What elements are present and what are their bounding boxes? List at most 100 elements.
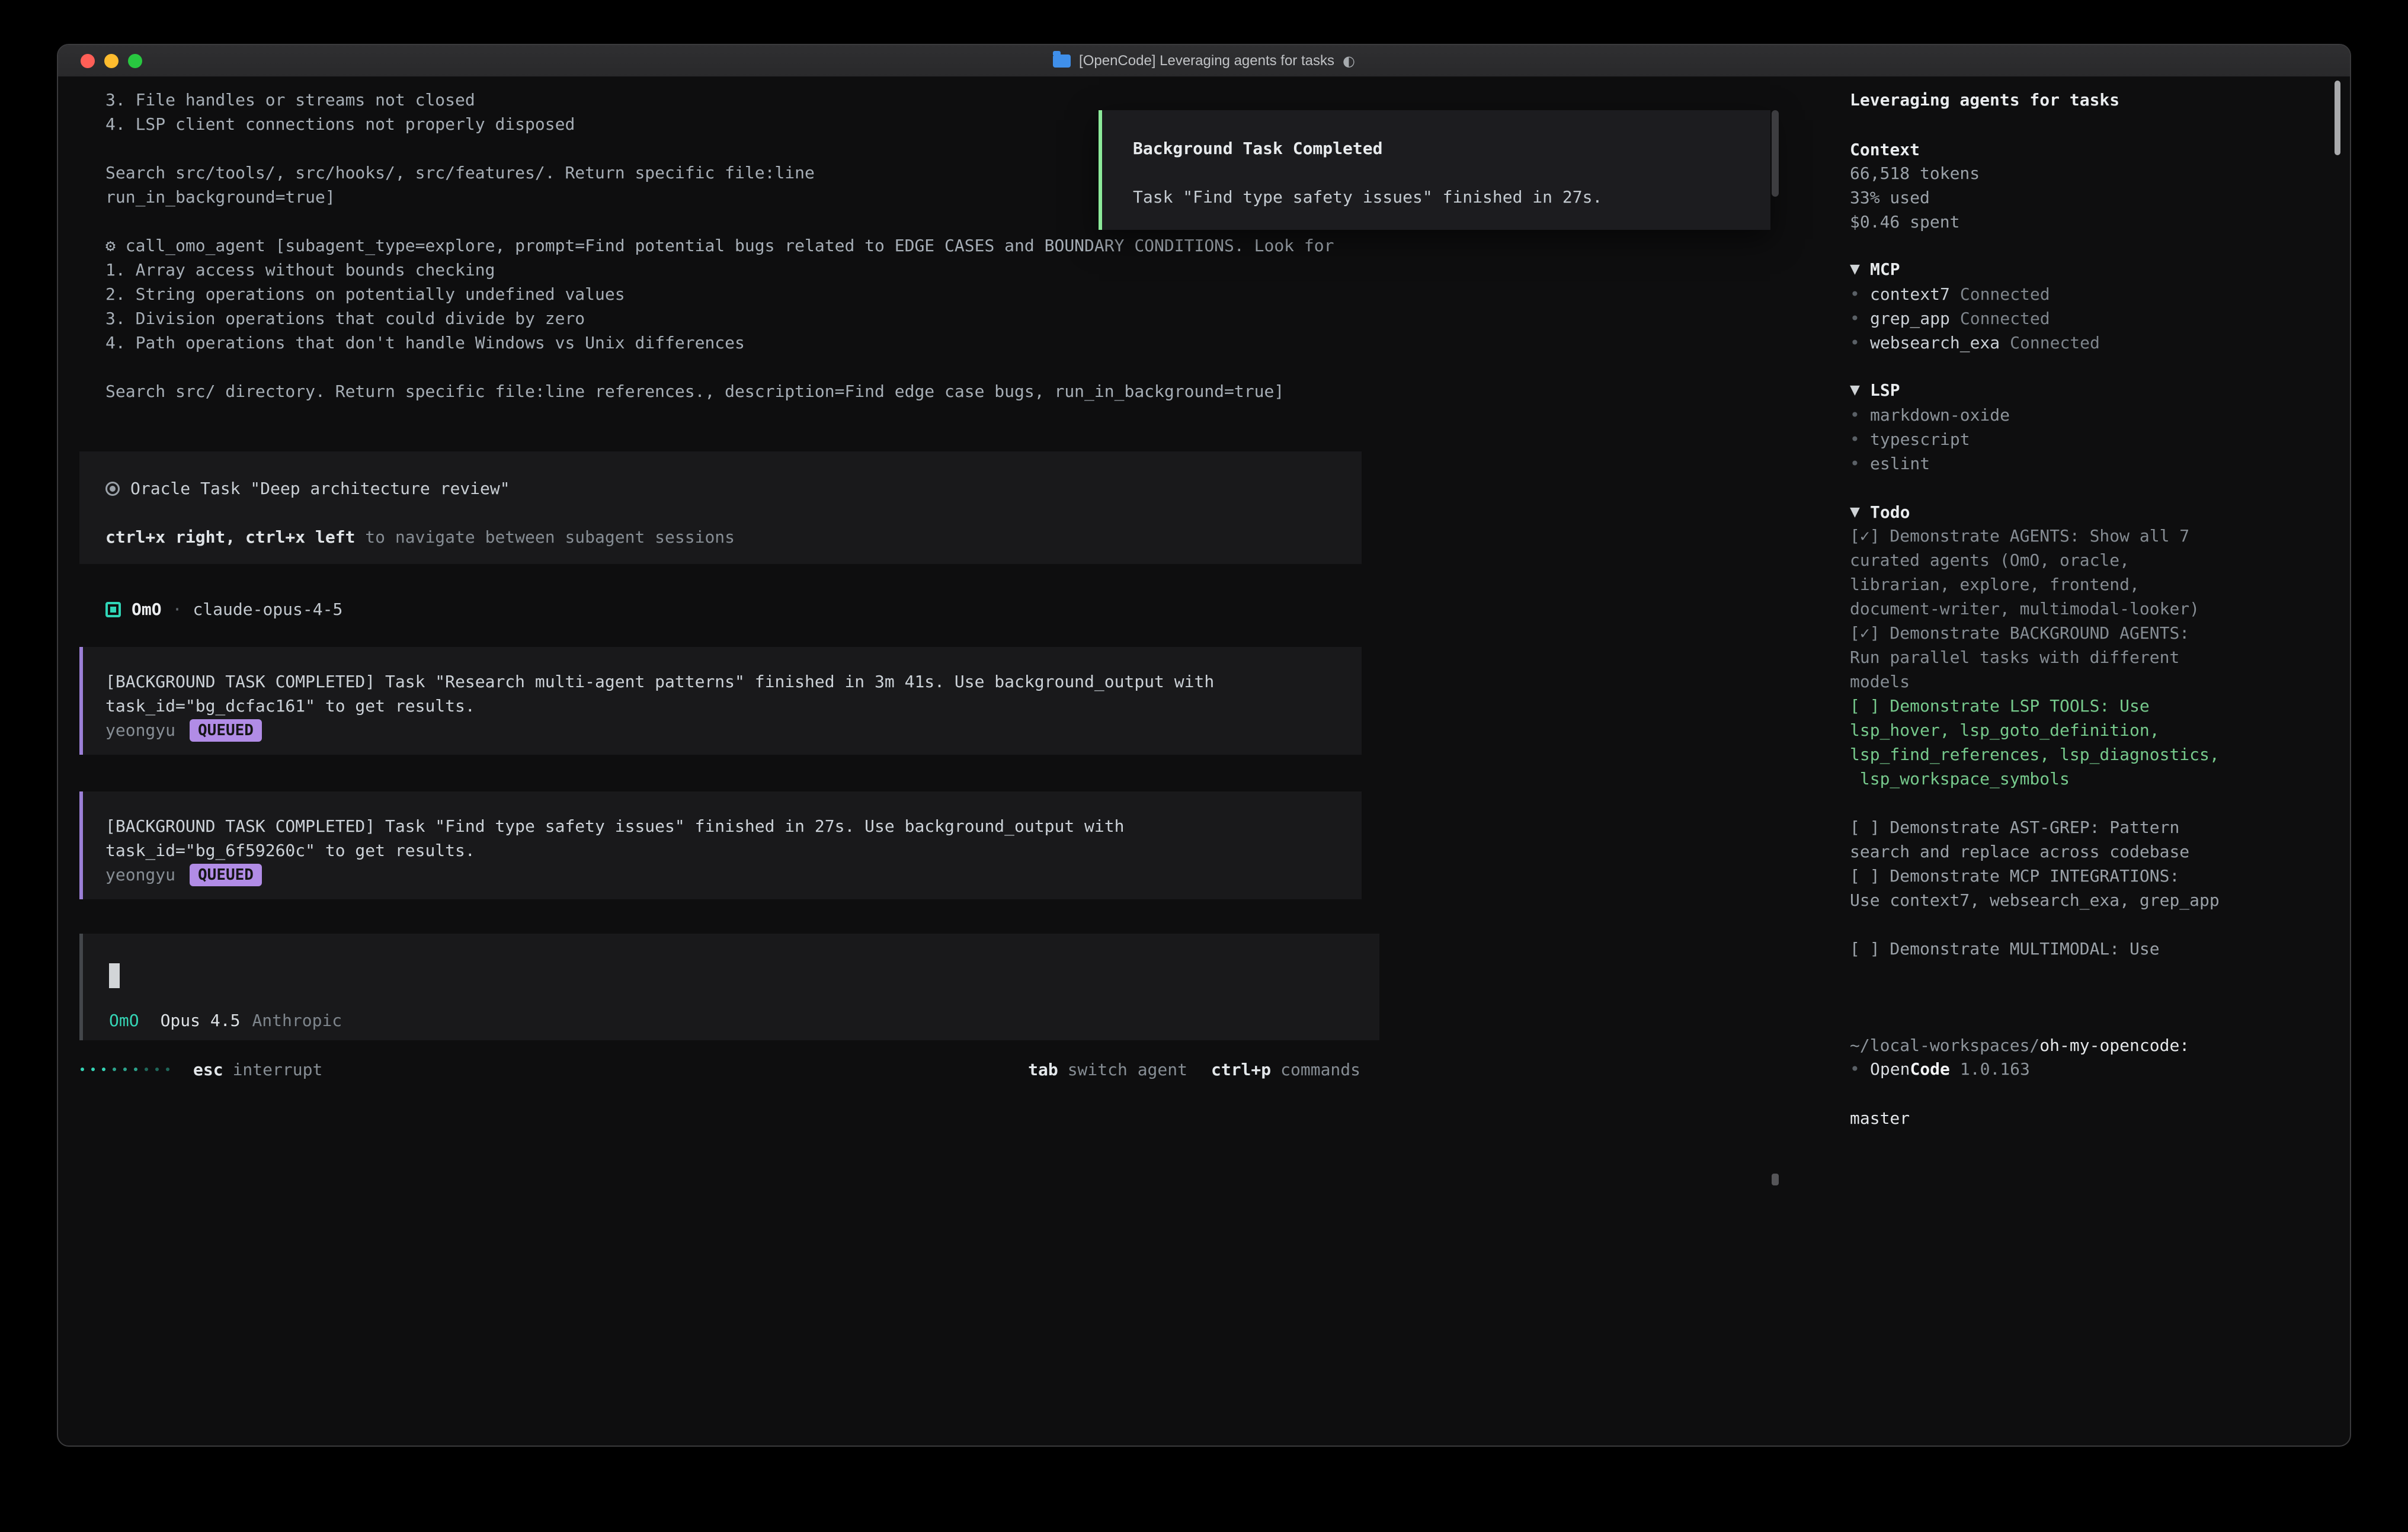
- prompt-input[interactable]: OmO Opus 4.5 Anthropic: [79, 934, 1379, 1040]
- hint-text: to navigate between subagent sessions: [355, 527, 735, 547]
- tab-key-label: switch agent: [1068, 1060, 1187, 1079]
- agent-name: OmO: [132, 600, 162, 619]
- queued-badge: QUEUED: [190, 719, 262, 742]
- todo-item-pending: [ ] Demonstrate MULTIMODAL: Use: [1850, 937, 2220, 961]
- active-agent-label: OmO: [109, 1011, 139, 1030]
- lsp-item: • eslint: [1850, 451, 2010, 476]
- commands-key-label: commands: [1280, 1060, 1360, 1079]
- lsp-item: • markdown-oxide: [1850, 403, 2010, 427]
- bullet-icon: •: [1850, 454, 1870, 473]
- window-title-text: [OpenCode] Leveraging agents for tasks: [1079, 53, 1334, 69]
- zoom-button[interactable]: [128, 54, 142, 68]
- notification-message: Task "Find type safety issues" finished …: [1133, 185, 1770, 209]
- lsp-list: • markdown-oxide • typescript • eslint: [1850, 403, 2010, 476]
- lsp-section-toggle[interactable]: ▼ LSP: [1850, 378, 1900, 402]
- lsp-name: typescript: [1870, 430, 1970, 449]
- provider-label: Anthropic: [252, 1011, 342, 1030]
- esc-key-hint: esc: [193, 1060, 223, 1079]
- todo-item-done: [✓] Demonstrate BACKGROUND AGENTS: Run p…: [1850, 621, 2220, 694]
- agent-badge-icon: [105, 602, 121, 617]
- message-author: yeongyu: [105, 720, 175, 740]
- workspace-path: ~/local-workspaces/oh-my-opencode: maste…: [1850, 985, 2189, 1179]
- bullet-icon: •: [1850, 405, 1870, 425]
- workspace-branch: master: [1850, 1106, 2189, 1130]
- bullet-icon: •: [1850, 430, 1870, 449]
- message-line: [BACKGROUND TASK COMPLETED] Task "Resear…: [105, 669, 1362, 694]
- brand-name-bold: Code: [1910, 1059, 1949, 1079]
- main-scrollbar-marker: [1772, 1174, 1779, 1185]
- text-cursor: [109, 963, 120, 988]
- lsp-section-label: LSP: [1870, 380, 1900, 400]
- busy-spinner: [81, 1068, 169, 1071]
- mcp-list: • context7 Connected • grep_app Connecte…: [1850, 282, 2100, 355]
- todo-section-toggle[interactable]: ▼ Todo: [1850, 500, 1910, 524]
- sidebar-session-title: Leveraging agents for tasks: [1850, 88, 2119, 112]
- mcp-name: context7: [1870, 284, 1950, 304]
- mcp-status: Connected: [2010, 333, 2100, 352]
- esc-key-label: interrupt: [233, 1060, 323, 1079]
- lsp-item: • typescript: [1850, 427, 2010, 451]
- mcp-item: • context7 Connected: [1850, 282, 2100, 306]
- brand-name: Open: [1870, 1059, 1910, 1079]
- mcp-status: Connected: [1960, 284, 2050, 304]
- bullet-icon: •: [1850, 1059, 1870, 1079]
- bullet-icon: •: [1850, 333, 1870, 352]
- statusbar: esc interrupt tab switch agent ctrl+p co…: [81, 1057, 1360, 1082]
- oracle-task-card[interactable]: Oracle Task "Deep architecture review" c…: [79, 451, 1362, 564]
- sidebar-scrollbar-thumb[interactable]: [2335, 81, 2340, 155]
- bullet-icon: •: [1850, 284, 1870, 304]
- close-button[interactable]: [81, 54, 95, 68]
- todo-item-pending: [ ] Demonstrate AST-GREP: Pattern search…: [1850, 815, 2220, 864]
- context-stats: 66,518 tokens 33% used $0.46 spent: [1850, 161, 1980, 234]
- titlebar[interactable]: [OpenCode] Leveraging agents for tasks ◐: [58, 45, 2350, 77]
- lsp-name: eslint: [1870, 454, 1930, 473]
- notification-title: Background Task Completed: [1133, 136, 1770, 161]
- mcp-name: grep_app: [1870, 309, 1950, 328]
- oracle-task-hint: ctrl+x right, ctrl+x left to navigate be…: [105, 525, 1362, 549]
- separator-dot: ·: [172, 600, 182, 619]
- message-line: task_id="bg_dcfac161" to get results.: [105, 694, 1362, 718]
- mcp-section-toggle[interactable]: ▼ MCP: [1850, 257, 1900, 281]
- notification-toast[interactable]: Background Task Completed Task "Find typ…: [1099, 110, 1770, 230]
- todo-item-active: [ ] Demonstrate LSP TOOLS: Use lsp_hover…: [1850, 694, 2220, 791]
- commands-key-hint: ctrl+p: [1211, 1060, 1271, 1079]
- version-number: 1.0.163: [1960, 1059, 2030, 1079]
- bullet-icon: •: [1850, 309, 1870, 328]
- todo-section-label: Todo: [1870, 502, 1910, 522]
- message-line: task_id="bg_6f59260c" to get results.: [105, 838, 1362, 863]
- session-progress-icon: ◐: [1343, 53, 1355, 69]
- keyboard-shortcut: ctrl+x right, ctrl+x left: [105, 527, 355, 547]
- folder-icon: [1053, 55, 1071, 68]
- collapse-arrow-icon: ▼: [1850, 505, 1870, 520]
- traffic-lights: [81, 45, 142, 77]
- message-line: [BACKGROUND TASK COMPLETED] Task "Find t…: [105, 814, 1362, 838]
- agent-model: claude-opus-4-5: [193, 600, 342, 619]
- collapse-arrow-icon: ▼: [1850, 262, 1870, 277]
- workspace-prefix: ~/local-workspaces/: [1850, 1036, 2039, 1055]
- mcp-item: • grep_app Connected: [1850, 306, 2100, 331]
- collapse-arrow-icon: ▼: [1850, 383, 1870, 398]
- lsp-name: markdown-oxide: [1870, 405, 2010, 425]
- mcp-item: • websearch_exa Connected: [1850, 331, 2100, 355]
- oracle-task-heading: Oracle Task "Deep architecture review": [130, 479, 510, 498]
- main-scrollbar-thumb[interactable]: [1772, 110, 1779, 197]
- tab-key-hint: tab: [1028, 1060, 1058, 1079]
- oracle-task-icon: [105, 482, 120, 496]
- workspace-repo: oh-my-opencode:: [2039, 1036, 2189, 1055]
- mcp-name: websearch_exa: [1870, 333, 2000, 352]
- window-title: [OpenCode] Leveraging agents for tasks ◐: [1053, 53, 1355, 69]
- queued-badge: QUEUED: [190, 864, 262, 886]
- background-task-message: [BACKGROUND TASK COMPLETED] Task "Find t…: [79, 791, 1362, 899]
- terminal-window: [OpenCode] Leveraging agents for tasks ◐…: [57, 44, 2351, 1447]
- model-label: Opus 4.5: [161, 1011, 241, 1030]
- background-task-message: [BACKGROUND TASK COMPLETED] Task "Resear…: [79, 647, 1362, 755]
- mcp-status: Connected: [1960, 309, 2050, 328]
- minimize-button[interactable]: [104, 54, 119, 68]
- agent-header: OmO · claude-opus-4-5: [105, 597, 342, 621]
- todo-list: [✓] Demonstrate AGENTS: Show all 7 curat…: [1850, 524, 2220, 961]
- app-version: • OpenCode 1.0.163: [1850, 1057, 2030, 1081]
- todo-item-pending: [ ] Demonstrate MCP INTEGRATIONS: Use co…: [1850, 864, 2220, 912]
- mcp-section-label: MCP: [1870, 259, 1900, 279]
- message-author: yeongyu: [105, 865, 175, 884]
- todo-item-done: [✓] Demonstrate AGENTS: Show all 7 curat…: [1850, 524, 2220, 621]
